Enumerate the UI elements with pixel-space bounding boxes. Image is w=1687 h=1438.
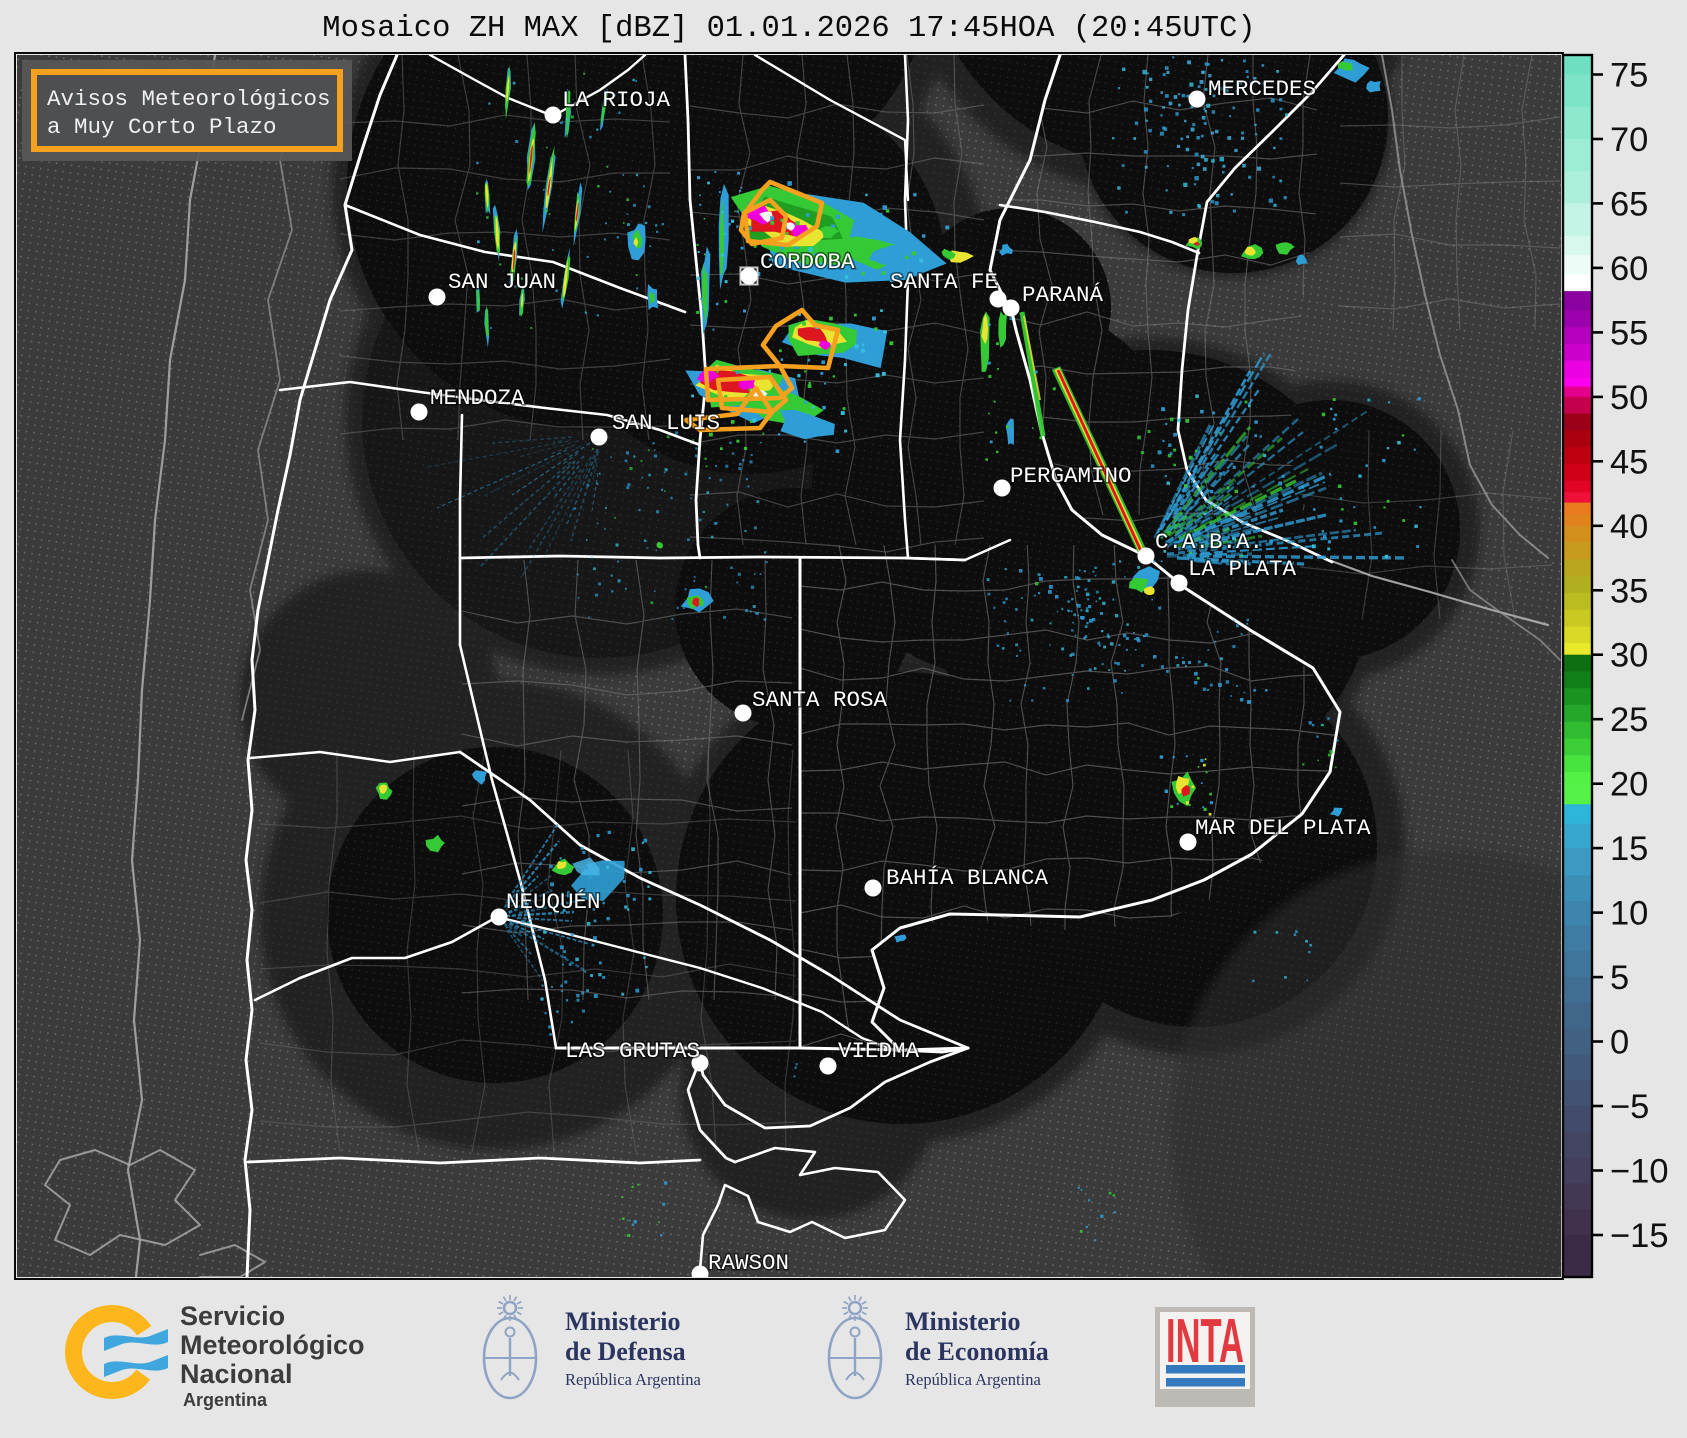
svg-text:MERCEDES: MERCEDES: [1208, 76, 1316, 102]
svg-text:40: 40: [1610, 508, 1648, 546]
svg-text:a Muy Corto Plazo: a Muy Corto Plazo: [47, 114, 277, 140]
svg-text:35: 35: [1610, 572, 1648, 610]
svg-text:Meteorológico: Meteorológico: [180, 1330, 365, 1360]
svg-text:VIEDMA: VIEDMA: [838, 1038, 920, 1064]
svg-text:60: 60: [1610, 250, 1648, 288]
svg-text:Ministerio: Ministerio: [905, 1307, 1021, 1336]
svg-text:−15: −15: [1610, 1217, 1669, 1255]
svg-text:65: 65: [1610, 185, 1648, 223]
svg-text:MAR DEL PLATA: MAR DEL PLATA: [1195, 815, 1371, 841]
svg-text:SANTA ROSA: SANTA ROSA: [752, 687, 888, 713]
svg-text:5: 5: [1610, 959, 1629, 997]
svg-text:10: 10: [1610, 895, 1648, 933]
svg-text:−10: −10: [1610, 1153, 1669, 1191]
svg-text:SAN LUIS: SAN LUIS: [612, 410, 720, 436]
svg-text:BAHÍA BLANCA: BAHÍA BLANCA: [886, 865, 1049, 891]
svg-text:SAN JUAN: SAN JUAN: [448, 269, 556, 295]
svg-text:50: 50: [1610, 379, 1648, 417]
svg-text:LAS GRUTAS: LAS GRUTAS: [565, 1038, 700, 1064]
svg-text:Ministerio: Ministerio: [565, 1307, 681, 1336]
svg-text:PERGAMINO: PERGAMINO: [1010, 463, 1132, 489]
svg-text:de Economía: de Economía: [905, 1337, 1049, 1366]
svg-text:Servicio: Servicio: [180, 1301, 285, 1331]
svg-text:NEUQUÉN: NEUQUÉN: [506, 889, 601, 915]
svg-text:20: 20: [1610, 766, 1648, 804]
svg-text:LA RIOJA: LA RIOJA: [562, 87, 671, 113]
svg-text:55: 55: [1610, 314, 1648, 352]
svg-text:CORDOBA: CORDOBA: [760, 249, 855, 275]
svg-text:RAWSON: RAWSON: [708, 1250, 789, 1276]
svg-text:PARANÁ: PARANÁ: [1022, 282, 1104, 308]
svg-text:C.A.B.A.: C.A.B.A.: [1155, 529, 1263, 555]
svg-text:45: 45: [1610, 443, 1648, 481]
svg-text:de Defensa: de Defensa: [565, 1337, 686, 1366]
svg-text:Avisos Meteorológicos: Avisos Meteorológicos: [47, 86, 331, 112]
svg-text:LA PLATA: LA PLATA: [1188, 556, 1297, 582]
svg-text:25: 25: [1610, 701, 1648, 739]
svg-text:15: 15: [1610, 830, 1648, 868]
svg-text:30: 30: [1610, 637, 1648, 675]
svg-text:70: 70: [1610, 121, 1648, 159]
svg-text:0: 0: [1610, 1024, 1629, 1062]
svg-text:75: 75: [1610, 57, 1648, 95]
svg-text:MENDOZA: MENDOZA: [430, 385, 525, 411]
svg-text:República Argentina: República Argentina: [905, 1370, 1041, 1389]
svg-text:República Argentina: República Argentina: [565, 1370, 701, 1389]
svg-text:Nacional: Nacional: [180, 1359, 293, 1389]
svg-text:SANTA FE: SANTA FE: [890, 269, 998, 295]
svg-text:−5: −5: [1610, 1088, 1649, 1126]
svg-text:Argentina: Argentina: [183, 1390, 268, 1410]
